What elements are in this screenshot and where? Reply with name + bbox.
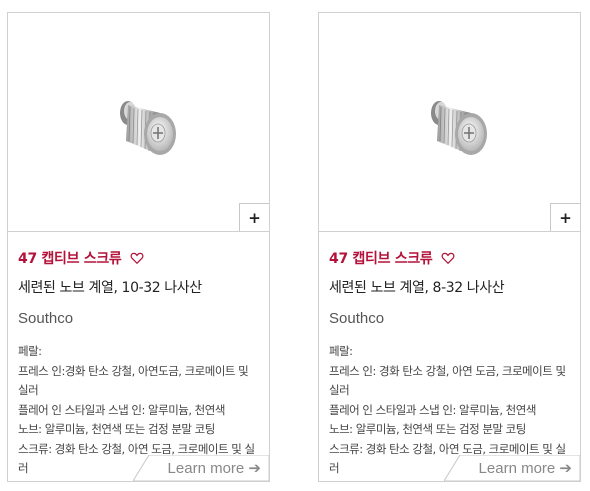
learn-more-label: Learn more ➔ <box>478 460 572 477</box>
learn-more-link[interactable]: Learn more ➔ <box>444 455 580 481</box>
heart-outline-icon[interactable] <box>441 251 455 265</box>
heart-outline-icon[interactable] <box>130 251 144 265</box>
spec-line: 플레어 인 스타일과 스냅 인: 알루미늄, 천연색 <box>18 402 225 417</box>
product-card: + 47 캡티브 스크류 세련된 노브 계열, 8-32 나사산 Southco… <box>318 12 581 482</box>
brand-name: Southco <box>18 310 74 327</box>
plus-icon: + <box>559 208 572 227</box>
spec-line: 페랄: <box>329 344 353 358</box>
expand-plus-button[interactable]: + <box>239 203 269 231</box>
captive-screw-image <box>431 101 487 155</box>
captive-screw-image <box>120 101 176 155</box>
title-row: 47 캡티브 스크류 <box>329 248 570 268</box>
expand-plus-button[interactable]: + <box>550 203 580 231</box>
product-subtitle: 세련된 노브 계열, 10-32 나사산 <box>18 280 202 296</box>
product-card: + 47 캡티브 스크류 세련된 노브 계열, 10-32 나사산 Southc… <box>7 12 270 482</box>
product-info: 47 캡티브 스크류 세련된 노브 계열, 10-32 나사산 Southco … <box>8 248 269 479</box>
title-row: 47 캡티브 스크류 <box>18 248 259 268</box>
spec-line: 노브: 알루미늄, 천연색 또는 검정 분말 코팅 <box>18 422 215 436</box>
spec-line: 페랄: <box>18 344 42 358</box>
product-image-area[interactable]: + <box>319 13 580 232</box>
plus-icon: + <box>248 208 261 227</box>
learn-more-label: Learn more ➔ <box>167 460 261 477</box>
learn-more-link[interactable]: Learn more ➔ <box>133 455 269 481</box>
product-name[interactable]: 47 캡티브 스크류 <box>329 248 433 268</box>
brand-name: Southco <box>329 310 385 327</box>
spec-line: 프레스 인: 경화 탄소 강철, 아연 도금, 크로메이트 및 실러 <box>329 363 566 398</box>
product-subtitle: 세련된 노브 계열, 8-32 나사산 <box>329 280 505 296</box>
spec-line: 프레스 인:경화 탄소 강철, 아연도금, 크로메이트 및 실러 <box>18 363 249 398</box>
spec-line: 노브: 알루미늄, 천연색 또는 검정 분말 코팅 <box>329 422 526 436</box>
product-info: 47 캡티브 스크류 세련된 노브 계열, 8-32 나사산 Southco 페… <box>319 248 580 479</box>
spec-line: 플레어 인 스타일과 스냅 인: 알루미늄, 천연색 <box>329 402 536 417</box>
product-name[interactable]: 47 캡티브 스크류 <box>18 248 122 268</box>
product-image-area[interactable]: + <box>8 13 269 232</box>
